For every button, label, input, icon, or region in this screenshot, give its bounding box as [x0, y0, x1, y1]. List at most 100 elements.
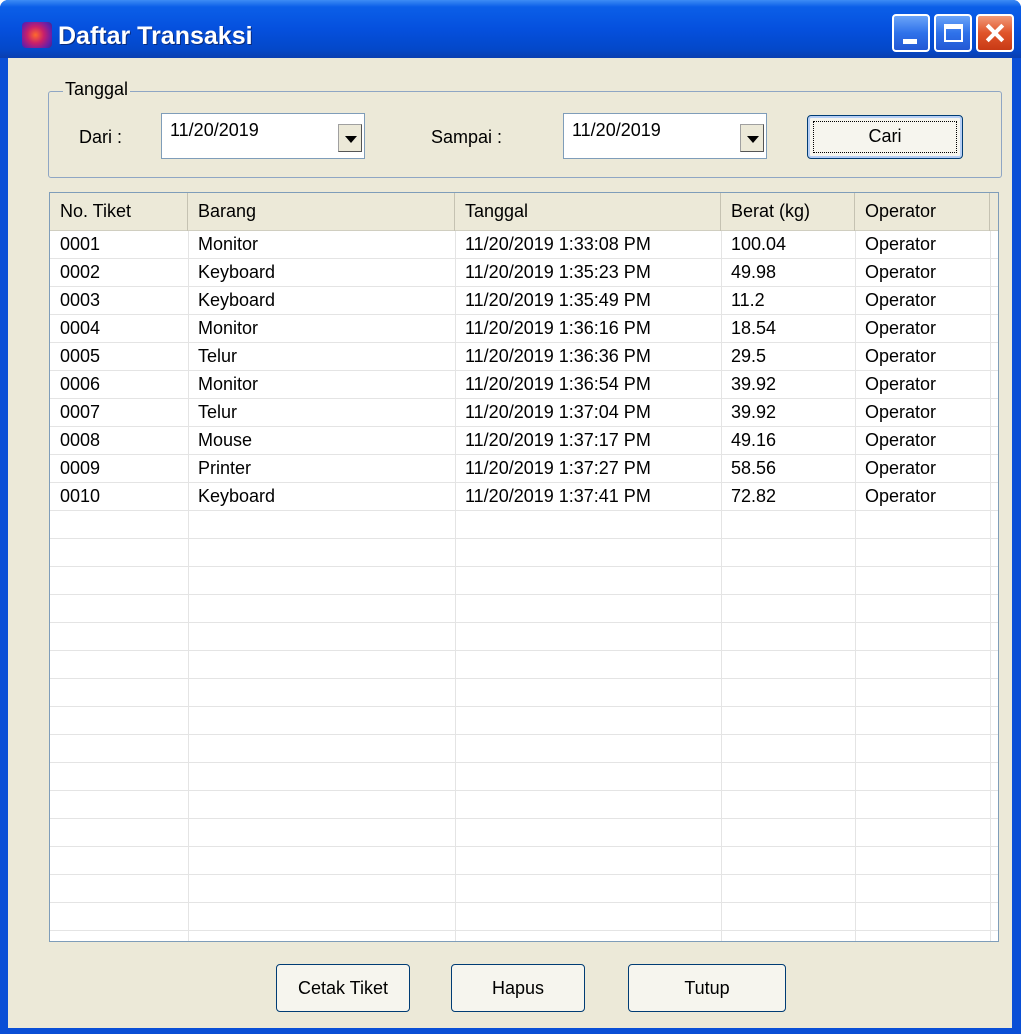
- empty-row: [50, 651, 998, 679]
- print-ticket-button[interactable]: Cetak Tiket: [276, 964, 410, 1012]
- table-cell: Keyboard: [198, 262, 276, 282]
- close-icon: [978, 16, 1012, 50]
- table-cell: 11/20/2019 1:36:54 PM: [465, 374, 651, 394]
- column-header[interactable]: Barang: [188, 193, 455, 231]
- table-cell: 11/20/2019 1:37:27 PM: [465, 458, 651, 478]
- minimize-button[interactable]: [892, 14, 930, 52]
- chevron-down-icon[interactable]: [740, 124, 764, 152]
- maximize-button[interactable]: [934, 14, 972, 52]
- table-row[interactable]: 0005 Telur 11/20/2019 1:36:36 PM 29.5 Operat…: [50, 343, 998, 371]
- group-label: Tanggal: [63, 79, 131, 100]
- table-cell: Operator: [865, 458, 937, 478]
- transaction-table[interactable]: No. Tiket Barang Tanggal Berat (kg) Oper…: [49, 192, 999, 942]
- column-header[interactable]: No. Tiket: [50, 193, 188, 231]
- table-row[interactable]: 0007 Telur 11/20/2019 1:37:04 PM 39.92 Opera…: [50, 399, 998, 427]
- delete-label: Hapus: [491, 978, 545, 998]
- to-label: Sampai :: [431, 127, 503, 147]
- print-ticket-label: Cetak Tiket: [297, 978, 389, 998]
- from-date-value: 11/20/2019: [170, 120, 259, 140]
- search-button[interactable]: Cari: [807, 115, 963, 159]
- table-cell: Operator: [865, 234, 937, 254]
- table-cell: 11.2: [731, 290, 765, 310]
- table-cell: 0007: [60, 402, 101, 422]
- table-cell: 72.82: [731, 486, 777, 506]
- chevron-down-icon[interactable]: [338, 124, 362, 152]
- window-title: Daftar Transaksi: [58, 22, 253, 50]
- table-row[interactable]: 0008 Mouse 11/20/2019 1:37:17 PM 49.16 Opera…: [50, 427, 998, 455]
- table-row[interactable]: 0002 Keyboard 11/20/2019 1:35:23 PM 49.98 Op…: [50, 259, 998, 287]
- table-cell: Keyboard: [198, 486, 276, 506]
- table-cell: 0002: [60, 262, 101, 282]
- table-header: No. Tiket Barang Tanggal Berat (kg) Oper…: [50, 193, 998, 231]
- column-header[interactable]: Berat (kg): [721, 193, 855, 231]
- table-cell: Mouse: [198, 430, 253, 450]
- column-header[interactable]: Operator: [855, 193, 990, 231]
- window: Daftar Transaksi Tanggal Dari : 11/20/20…: [0, 0, 1021, 1034]
- close-window-button[interactable]: [976, 14, 1014, 52]
- table-row[interactable]: 0006 Monitor 11/20/2019 1:36:54 PM 39.92 Ope…: [50, 371, 998, 399]
- app-icon[interactable]: [22, 22, 52, 48]
- table-cell: 11/20/2019 1:37:04 PM: [465, 402, 651, 422]
- table-cell: 0004: [60, 318, 101, 338]
- table-cell: 0008: [60, 430, 101, 450]
- maximize-icon: [944, 24, 963, 42]
- empty-row: [50, 763, 998, 791]
- table-cell: 0009: [60, 458, 101, 478]
- empty-row: [50, 903, 998, 931]
- table-cell: 11/20/2019 1:35:49 PM: [465, 290, 651, 310]
- empty-row: [50, 567, 998, 595]
- table-row[interactable]: 0009 Printer 11/20/2019 1:37:27 PM 58.56 Ope…: [50, 455, 998, 483]
- table-row[interactable]: 0010 Keyboard 11/20/2019 1:37:41 PM 72.82 Op…: [50, 483, 998, 511]
- table-cell: 11/20/2019 1:37:17 PM: [465, 430, 651, 450]
- table-cell: Operator: [865, 318, 937, 338]
- table-cell: 49.16: [731, 430, 777, 450]
- table-cell: 11/20/2019 1:37:41 PM: [465, 486, 651, 506]
- minimize-icon: [903, 39, 917, 44]
- empty-row: [50, 735, 998, 763]
- table-cell: Operator: [865, 430, 937, 450]
- empty-row: [50, 847, 998, 875]
- close-button[interactable]: Tutup: [628, 964, 786, 1012]
- table-cell: Operator: [865, 262, 937, 282]
- to-date-value: 11/20/2019: [572, 120, 661, 140]
- table-cell: 29.5: [731, 346, 767, 366]
- table-cell: 100.04: [731, 234, 787, 254]
- table-cell: Keyboard: [198, 290, 276, 310]
- title-bar[interactable]: Daftar Transaksi: [0, 0, 1021, 58]
- table-cell: Monitor: [198, 234, 259, 254]
- table-cell: 11/20/2019 1:33:08 PM: [465, 234, 651, 254]
- table-cell: 11/20/2019 1:36:36 PM: [465, 346, 651, 366]
- table-cell: Telur: [198, 346, 238, 366]
- from-date-combo[interactable]: 11/20/2019: [161, 113, 365, 159]
- from-label: Dari :: [79, 127, 123, 147]
- table-row[interactable]: 0004 Monitor 11/20/2019 1:36:16 PM 18.54 Ope…: [50, 315, 998, 343]
- column-header[interactable]: Tanggal: [455, 193, 721, 231]
- empty-row: [50, 819, 998, 847]
- empty-row: [50, 595, 998, 623]
- table-cell: Operator: [865, 486, 937, 506]
- table-cell: Monitor: [198, 374, 259, 394]
- empty-row: [50, 623, 998, 651]
- empty-row: [50, 539, 998, 567]
- empty-row: [50, 511, 998, 539]
- table-cell: Monitor: [198, 318, 259, 338]
- client-area: Tanggal Dari : 11/20/2019 Sampai : 11/20…: [8, 58, 1012, 1028]
- table-cell: Operator: [865, 402, 937, 422]
- table-cell: 0010: [60, 486, 101, 506]
- table-cell: Printer: [198, 458, 252, 478]
- empty-row: [50, 791, 998, 819]
- table-cell: 0005: [60, 346, 101, 366]
- date-filter-group: Tanggal Dari : 11/20/2019 Sampai : 11/20…: [48, 79, 1002, 178]
- table-row[interactable]: 0003 Keyboard 11/20/2019 1:35:49 PM 11.2 Ope…: [50, 287, 998, 315]
- empty-row: [50, 707, 998, 735]
- delete-button[interactable]: Hapus: [451, 964, 585, 1012]
- table-cell: 39.92: [731, 402, 777, 422]
- table-cell: 58.56: [731, 458, 777, 478]
- empty-row: [50, 679, 998, 707]
- table-cell: 11/20/2019 1:35:23 PM: [465, 262, 651, 282]
- table-row[interactable]: 0001 Monitor 11/20/2019 1:33:08 PM 100.04 Op…: [50, 231, 998, 259]
- to-date-combo[interactable]: 11/20/2019: [563, 113, 767, 159]
- table-cell: 49.98: [731, 262, 777, 282]
- table-cell: 0001: [60, 234, 101, 254]
- empty-row: [50, 875, 998, 903]
